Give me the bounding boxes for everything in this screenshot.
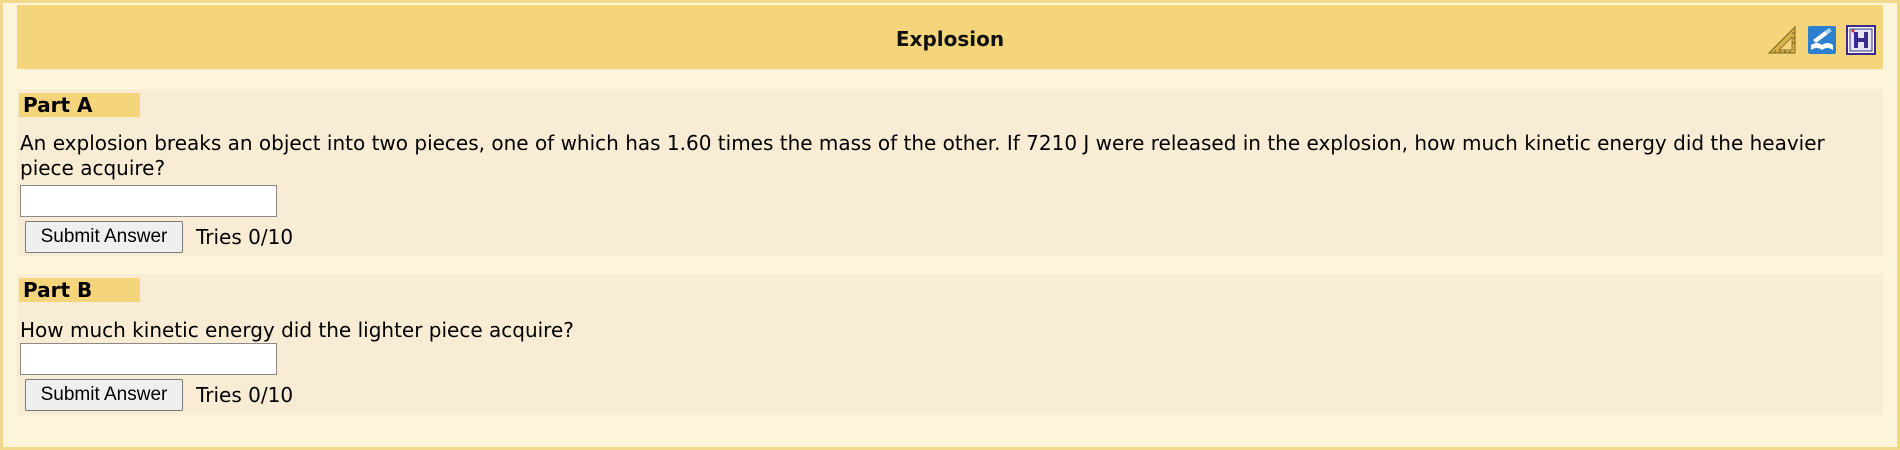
- ruler-icon[interactable]: [1767, 25, 1797, 55]
- part-a-answer-input[interactable]: [20, 185, 277, 217]
- part-b-tries-counter: Tries 0/10: [196, 383, 294, 407]
- part-b-section: Part B How much kinetic energy did the l…: [17, 274, 1883, 415]
- part-b-submit-button[interactable]: Submit Answer: [25, 379, 183, 411]
- part-a-label: Part A: [19, 93, 140, 117]
- part-b-label: Part B: [19, 278, 140, 302]
- problem-title: Explosion: [895, 27, 1005, 51]
- part-b-question: How much kinetic energy did the lighter …: [20, 318, 574, 342]
- part-a-section: Part A An explosion breaks an object int…: [17, 89, 1883, 256]
- part-a-tries-counter: Tries 0/10: [196, 225, 294, 249]
- book-icon[interactable]: [1807, 25, 1837, 55]
- part-a-submit-button[interactable]: Submit Answer: [25, 221, 183, 253]
- part-a-question: An explosion breaks an object into two p…: [20, 131, 1825, 180]
- problem-frame: Explosion Part A An explosion breaks an …: [0, 0, 1900, 450]
- part-b-answer-input[interactable]: [20, 343, 277, 375]
- title-bar: Explosion: [17, 5, 1883, 69]
- help-icon[interactable]: [1846, 25, 1876, 55]
